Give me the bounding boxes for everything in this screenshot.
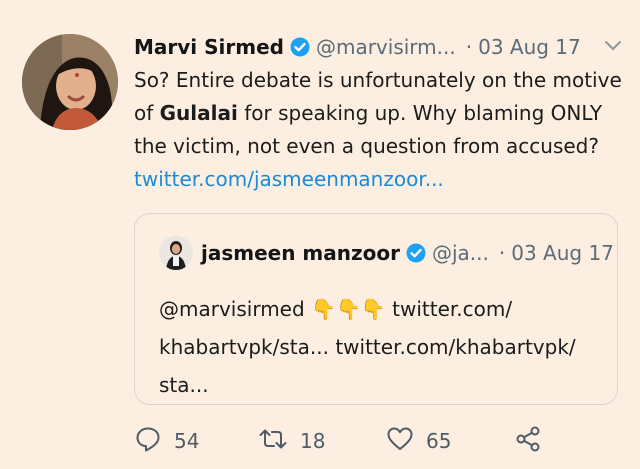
tweet-text-bold: Gulalai — [159, 101, 238, 125]
author-avatar[interactable] — [22, 34, 118, 130]
quoted-author-avatar — [159, 236, 193, 270]
quoted-tweet[interactable]: jasmeen manzoor @ja... · 03 Aug 17 @marv… — [134, 213, 618, 405]
quoted-mention: @marvisirmed — [159, 297, 305, 321]
retweet-icon — [258, 425, 288, 458]
heart-icon — [386, 425, 414, 458]
tweet-actions: 54 18 65 — [134, 424, 614, 458]
tweet-text: So? Entire debate is unfortunately on th… — [134, 64, 624, 196]
tweet-header: Marvi Sirmed @marvisirm... · 03 Aug 17 — [134, 32, 624, 62]
retweet-count: 18 — [300, 429, 326, 453]
share-icon — [514, 425, 542, 458]
quoted-author-name: jasmeen manzoor — [201, 241, 400, 265]
quoted-header: jasmeen manzoor @ja... · 03 Aug 17 — [201, 236, 614, 270]
separator-dot: · — [465, 35, 473, 59]
verified-badge-icon — [406, 243, 426, 263]
pointing-down-emoji-icon: 👇👇👇 — [311, 297, 386, 321]
tweet-link[interactable]: twitter.com/jasmeenmanzoor... — [134, 163, 624, 196]
author-name[interactable]: Marvi Sirmed — [134, 35, 284, 59]
reply-icon — [134, 425, 162, 458]
reply-count: 54 — [174, 429, 200, 453]
reply-button[interactable]: 54 — [134, 425, 199, 458]
separator-dot: · — [498, 241, 506, 265]
tweet-date[interactable]: 03 Aug 17 — [478, 35, 581, 59]
quoted-tweet-date: 03 Aug 17 — [511, 241, 614, 265]
like-button[interactable]: 65 — [386, 425, 451, 458]
author-handle[interactable]: @marvisirm... — [316, 35, 456, 59]
quoted-author-handle: @ja... — [431, 241, 489, 265]
quoted-tweet-text: @marvisirmed 👇👇👇 twitter.com/ khabartvpk… — [159, 290, 599, 404]
like-count: 65 — [426, 429, 452, 453]
retweet-button[interactable]: 18 — [258, 425, 325, 458]
share-button[interactable] — [514, 425, 542, 458]
verified-badge-icon — [290, 37, 310, 57]
chevron-down-icon[interactable] — [602, 34, 624, 61]
